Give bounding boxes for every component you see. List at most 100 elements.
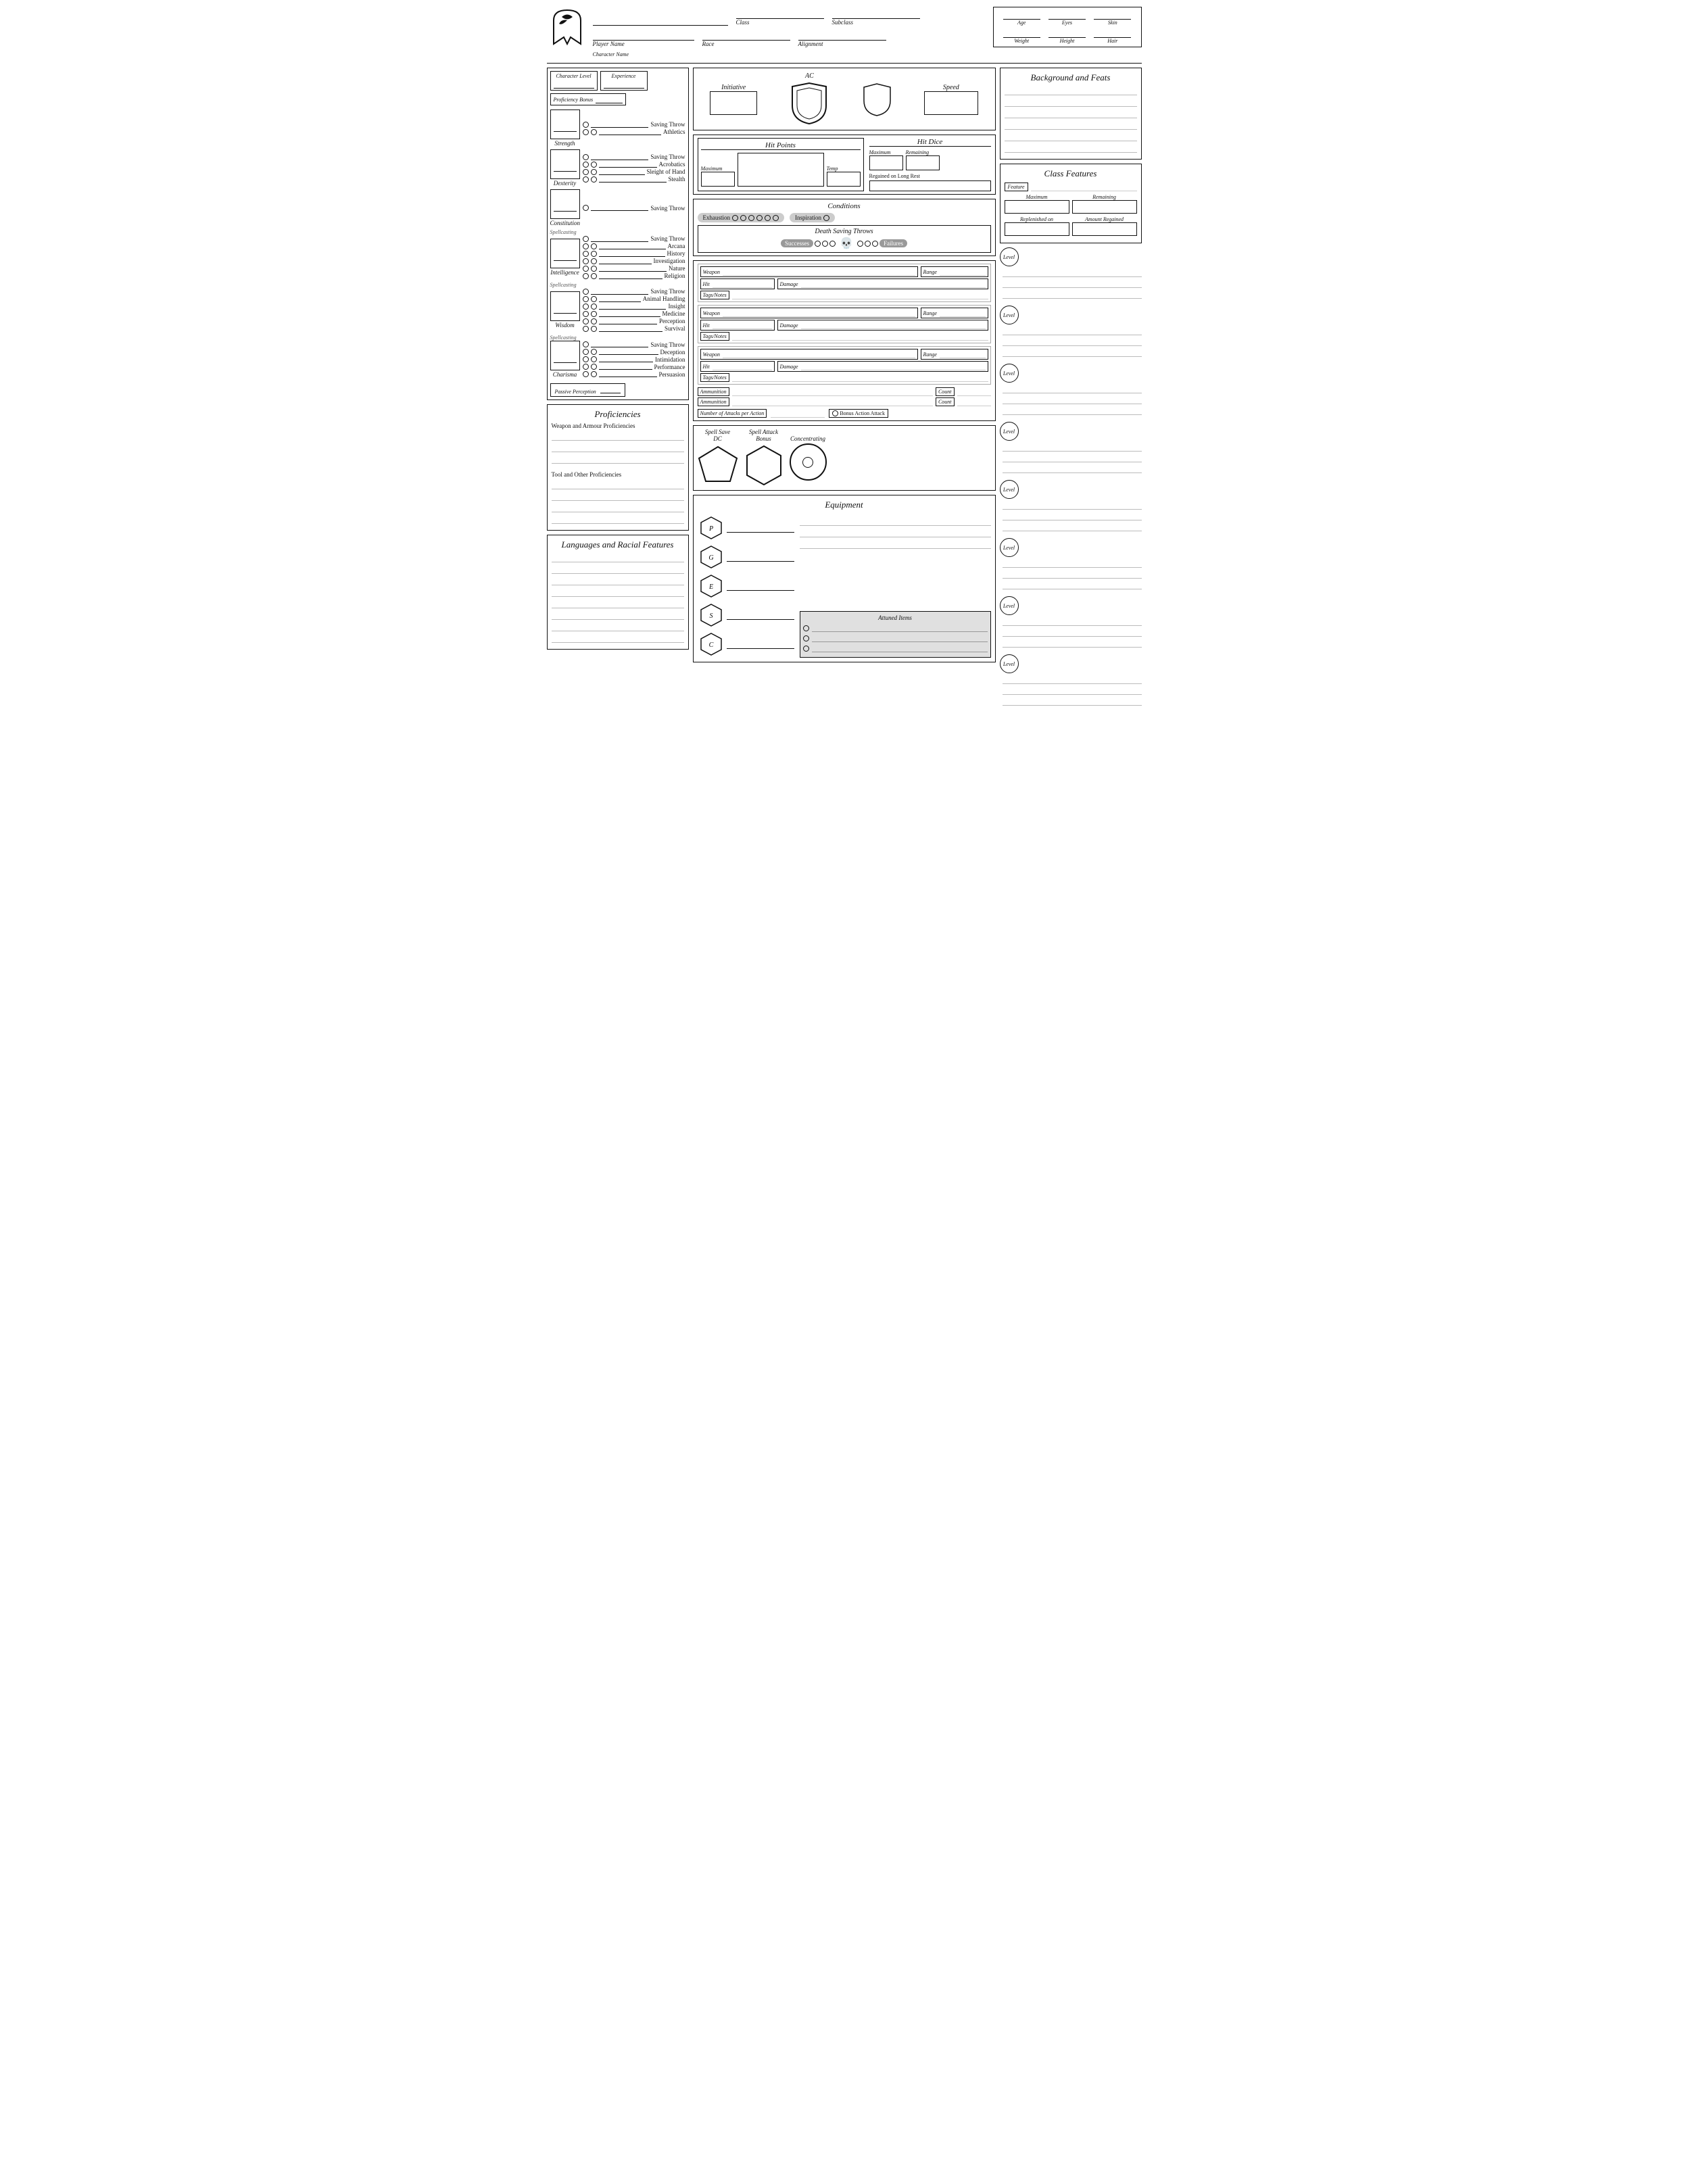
skin-field[interactable]: Skin [1094, 10, 1131, 26]
level5-line-1[interactable] [1003, 500, 1142, 510]
insight-c1[interactable] [583, 304, 589, 310]
performance-c1[interactable] [583, 364, 589, 370]
cf-feature-input[interactable] [1031, 182, 1137, 191]
constitution-value[interactable] [554, 197, 577, 212]
persuasion-c1[interactable] [583, 371, 589, 377]
level2-line-1[interactable] [1003, 326, 1142, 335]
survival-c2[interactable] [591, 326, 597, 332]
intimidation-c2[interactable] [591, 356, 597, 362]
animal-c1[interactable] [583, 296, 589, 302]
charisma-score[interactable] [550, 341, 580, 370]
nature-c2[interactable] [591, 266, 597, 272]
eyes-input[interactable] [1048, 10, 1086, 20]
speed-input[interactable] [924, 91, 978, 115]
gold-input[interactable] [727, 552, 794, 562]
eyes-field[interactable]: Eyes [1048, 10, 1086, 26]
death-success-1[interactable] [815, 241, 821, 247]
arcana-c1[interactable] [583, 243, 589, 249]
exhaustion-c2[interactable] [740, 215, 746, 221]
ammo2-input[interactable] [732, 398, 933, 406]
cf-rem-field[interactable]: Remaining [1072, 194, 1137, 214]
athletics-circle-1[interactable] [583, 129, 589, 135]
weapon3-input[interactable] [723, 350, 915, 358]
subclass-input[interactable] [832, 7, 920, 19]
lang-line-5[interactable] [552, 599, 684, 608]
tool-line-3[interactable] [552, 503, 684, 512]
level3-line-2[interactable] [1003, 395, 1142, 404]
prof-line-3[interactable] [552, 454, 684, 464]
weapon2-hit-input[interactable] [713, 321, 772, 329]
survival-c1[interactable] [583, 326, 589, 332]
hp-temp-input[interactable] [827, 172, 861, 187]
weapon1-damage-field[interactable]: Damage [777, 278, 988, 289]
hitdice-rem-input[interactable] [906, 155, 940, 170]
lang-line-6[interactable] [552, 610, 684, 620]
hair-input[interactable] [1094, 28, 1131, 38]
dexterity-value[interactable] [554, 157, 577, 172]
exhaustion-c5[interactable] [765, 215, 771, 221]
attuned-circle-3[interactable] [803, 646, 809, 652]
stealth-c2[interactable] [591, 176, 597, 183]
weapon2-range-field[interactable]: Range [921, 308, 988, 318]
level4-line-3[interactable] [1003, 464, 1142, 473]
dexterity-score[interactable] [550, 149, 580, 179]
bg-line-5[interactable] [1005, 132, 1137, 141]
cf-amount-input[interactable] [1072, 222, 1137, 236]
level3-line-1[interactable] [1003, 384, 1142, 393]
hp-max-input[interactable] [701, 172, 735, 187]
hitdice-remaining-field[interactable]: Remaining [906, 149, 940, 170]
alignment-input[interactable] [798, 28, 886, 41]
religion-c1[interactable] [583, 273, 589, 279]
weapon2-hit-field[interactable]: Hit [700, 320, 775, 331]
level4-line-1[interactable] [1003, 442, 1142, 452]
level6-line-1[interactable] [1003, 558, 1142, 568]
weapon1-range-input[interactable] [940, 268, 986, 276]
int-st-circle[interactable] [583, 236, 589, 242]
level8-line-2[interactable] [1003, 685, 1142, 695]
death-fail-1[interactable] [857, 241, 863, 247]
cf-rem-input[interactable] [1072, 200, 1137, 214]
level5-line-3[interactable] [1003, 522, 1142, 531]
hitdice-max-field[interactable]: Maximum [869, 149, 903, 170]
charisma-value[interactable] [554, 348, 577, 363]
tool-line-1[interactable] [552, 480, 684, 489]
character-name-field[interactable] [593, 14, 728, 26]
exhaustion-c3[interactable] [748, 215, 754, 221]
nature-c1[interactable] [583, 266, 589, 272]
cf-max-field[interactable]: Maximum [1005, 194, 1069, 214]
exhaustion-c4[interactable] [756, 215, 763, 221]
tool-line-4[interactable] [552, 514, 684, 524]
count2-input[interactable] [957, 398, 991, 406]
attuned-circle-1[interactable] [803, 625, 809, 631]
attuned-input-1[interactable] [812, 624, 988, 632]
hitdice-regained-input[interactable] [869, 180, 991, 191]
weapon1-range-field[interactable]: Range [921, 266, 988, 277]
race-field[interactable]: Race [702, 28, 790, 47]
tool-line-2[interactable] [552, 491, 684, 501]
attuned-circle-2[interactable] [803, 635, 809, 641]
medicine-c2[interactable] [591, 311, 597, 317]
lang-line-8[interactable] [552, 633, 684, 643]
electrum-input[interactable] [727, 581, 794, 591]
weapon3-damage-field[interactable]: Damage [777, 361, 988, 372]
sleight-c2[interactable] [591, 169, 597, 175]
speed-field[interactable]: Speed [924, 84, 978, 115]
weapon3-name-field[interactable]: Weapon [700, 349, 918, 360]
hair-field[interactable]: Hair [1094, 28, 1131, 44]
level1-line-3[interactable] [1003, 289, 1142, 299]
height-input[interactable] [1048, 28, 1086, 38]
count1-input[interactable] [957, 388, 991, 396]
cf-amount-field[interactable]: Amount Regained [1072, 216, 1137, 236]
constitution-score[interactable] [550, 189, 580, 219]
deception-c2[interactable] [591, 349, 597, 355]
lang-line-4[interactable] [552, 587, 684, 597]
lang-line-7[interactable] [552, 622, 684, 631]
prof-line-1[interactable] [552, 431, 684, 441]
investigation-c1[interactable] [583, 258, 589, 264]
initiative-field[interactable]: Initiative [710, 84, 757, 115]
attuned-input-2[interactable] [812, 634, 988, 642]
equip-line-2[interactable] [800, 528, 991, 537]
level6-line-2[interactable] [1003, 569, 1142, 579]
skin-input[interactable] [1094, 10, 1131, 20]
cf-replenish-field[interactable]: Replenished on [1005, 216, 1069, 236]
